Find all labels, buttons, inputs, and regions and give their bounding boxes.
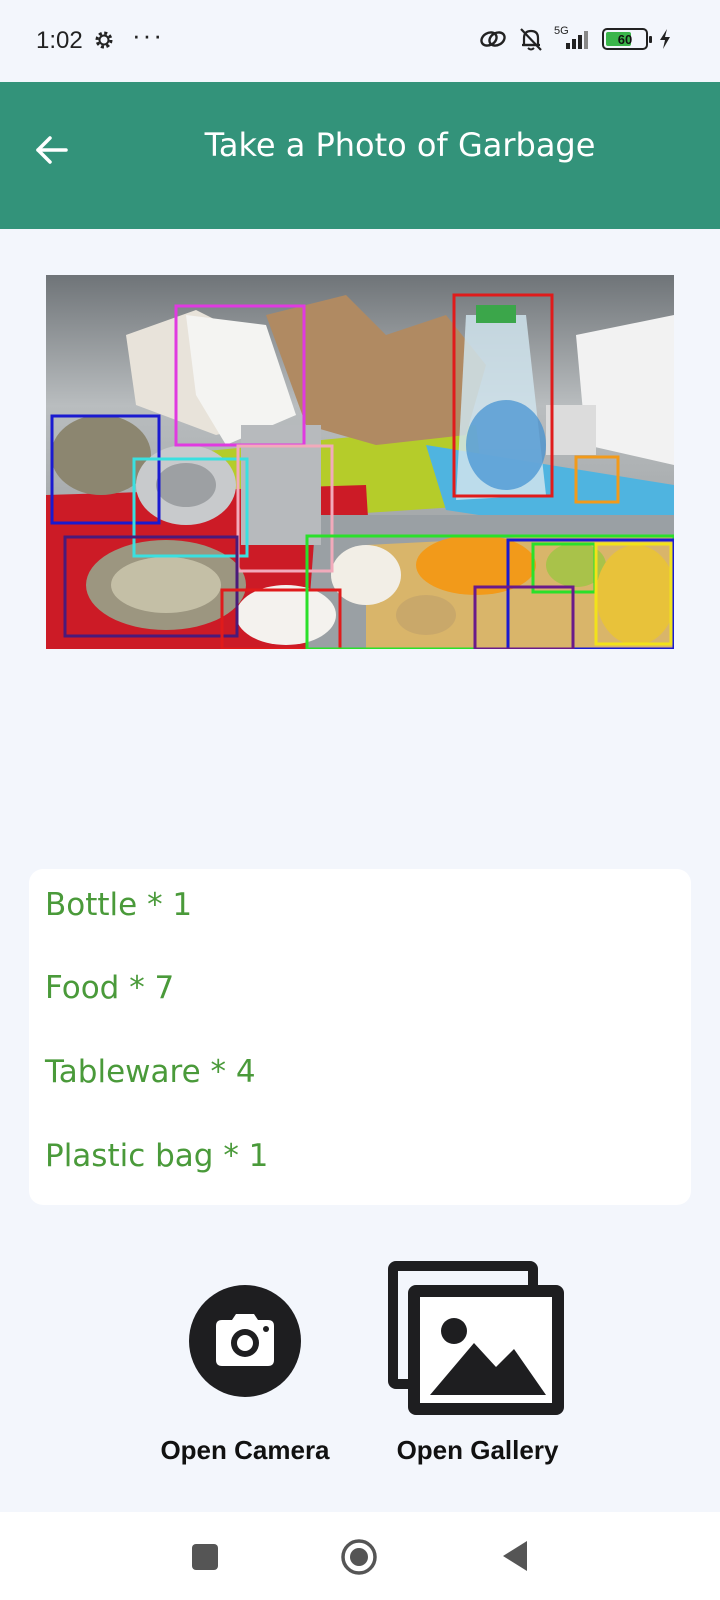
app-bar: Take a Photo of Garbage [0, 82, 720, 229]
signal-5g: 5G [554, 25, 592, 51]
charging-bolt-icon [660, 29, 670, 49]
triangle-back-icon[interactable] [500, 1539, 530, 1573]
result-plastic-bag: Plastic bag * 1 [45, 1138, 269, 1174]
open-camera-button[interactable]: Open Camera [150, 1280, 340, 1465]
status-more-dots: ··· [132, 20, 164, 50]
signal-bars-icon [566, 31, 588, 49]
open-camera-label: Open Camera [160, 1435, 330, 1465]
garbage-photo-image [46, 275, 674, 649]
system-nav-bar [0, 1512, 720, 1600]
status-time: 1:02 [36, 27, 83, 54]
page-title: Take a Photo of Garbage [204, 126, 596, 164]
camera-icon [189, 1285, 301, 1397]
status-bar: 1:02 ··· 5G 60 [0, 0, 720, 82]
result-tableware: Tableware * 4 [45, 1054, 256, 1090]
gallery-icon [388, 1261, 564, 1415]
settings-gear-icon [95, 31, 113, 49]
detection-photo [46, 275, 674, 649]
link-icon [480, 31, 506, 47]
battery-indicator: 60 [602, 28, 652, 50]
open-gallery-button[interactable]: Open Gallery [380, 1255, 575, 1465]
status-icons: 5G 60 [478, 25, 672, 52]
bell-off-icon [520, 28, 542, 51]
open-gallery-label: Open Gallery [396, 1435, 559, 1465]
results-card: Bottle * 1 Food * 7 Tableware * 4 Plasti… [29, 869, 691, 1205]
battery-level: 60 [617, 31, 633, 47]
result-bottle: Bottle * 1 [45, 887, 193, 923]
square-icon[interactable] [190, 1542, 220, 1572]
result-food: Food * 7 [45, 970, 175, 1006]
home-circle-icon[interactable] [339, 1537, 379, 1577]
